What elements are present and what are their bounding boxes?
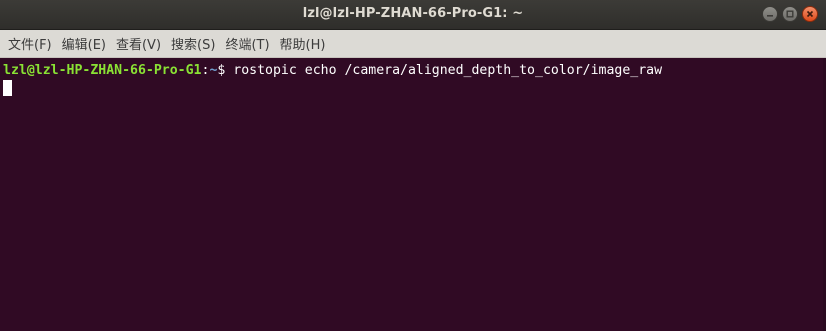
close-icon xyxy=(806,10,814,18)
minimize-button[interactable] xyxy=(762,6,778,22)
terminal-window: lzl@lzl-HP-ZHAN-66-Pro-G1: ~ 文件(F) 编辑(E)… xyxy=(0,0,826,331)
menu-help[interactable]: 帮助(H) xyxy=(275,30,331,57)
title-bar[interactable]: lzl@lzl-HP-ZHAN-66-Pro-G1: ~ xyxy=(0,0,826,30)
maximize-icon xyxy=(786,10,794,18)
menu-view[interactable]: 查看(V) xyxy=(111,30,166,57)
menu-bar: 文件(F) 编辑(E) 查看(V) 搜索(S) 终端(T) 帮助(H) xyxy=(0,30,826,58)
terminal-area[interactable]: lzl@lzl-HP-ZHAN-66-Pro-G1:~$ rostopic ec… xyxy=(0,58,826,331)
maximize-button[interactable] xyxy=(782,6,798,22)
cursor-line xyxy=(3,79,822,96)
minimize-icon xyxy=(766,10,774,18)
window-title: lzl@lzl-HP-ZHAN-66-Pro-G1: ~ xyxy=(302,6,524,21)
close-button[interactable] xyxy=(802,6,818,22)
menu-file[interactable]: 文件(F) xyxy=(3,30,57,57)
command-line: lzl@lzl-HP-ZHAN-66-Pro-G1:~$ rostopic ec… xyxy=(3,62,822,79)
command-text: rostopic echo /camera/aligned_depth_to_c… xyxy=(233,63,663,78)
menu-terminal[interactable]: 终端(T) xyxy=(220,30,274,57)
text-cursor xyxy=(3,80,12,96)
prompt-user-host: lzl@lzl-HP-ZHAN-66-Pro-G1 xyxy=(3,63,202,78)
window-controls xyxy=(762,6,818,24)
menu-edit[interactable]: 编辑(E) xyxy=(57,30,111,57)
prompt-symbol: $ xyxy=(217,63,234,78)
menu-search[interactable]: 搜索(S) xyxy=(166,30,220,57)
